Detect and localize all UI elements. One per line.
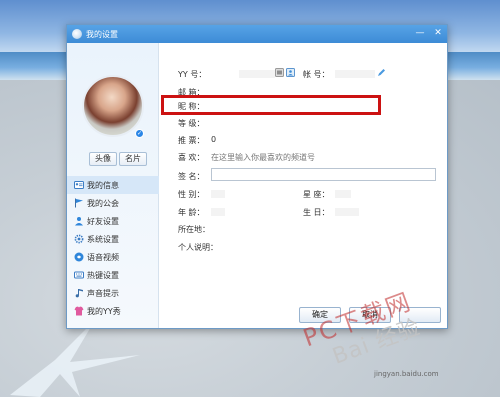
recommend-label: 推 票： <box>178 136 205 145</box>
profile-card-icon <box>74 181 84 189</box>
zodiac-label: 星 座： <box>303 190 330 199</box>
music-note-icon <box>75 289 83 298</box>
close-button[interactable]: ✕ <box>433 28 443 38</box>
birthday-label: 生 日： <box>303 208 330 217</box>
sidebar-item-my-yy-show[interactable]: 我的YY秀 <box>67 302 159 320</box>
age-value <box>211 208 225 216</box>
sidebar-item-sound-alerts[interactable]: 声音提示 <box>67 284 159 302</box>
like-input[interactable]: 在这里输入你最喜欢的频道号 <box>211 152 315 163</box>
watermark-url: jingyan.baidu.com <box>374 370 439 378</box>
level-label: 等 级： <box>178 119 205 128</box>
bio-label: 个人说明： <box>178 243 218 252</box>
sidebar-item-friend-settings[interactable]: 好友设置 <box>67 212 159 230</box>
window-title: 我的设置 <box>86 29 118 39</box>
sidebar-item-hotkey-settings[interactable]: 热键设置 <box>67 266 159 284</box>
sidebar-item-label: 语音视频 <box>87 252 119 262</box>
sidebar-item-my-guild[interactable]: 我的公会 <box>67 194 159 212</box>
account-label: 帐 号： <box>303 70 330 79</box>
avatar-button[interactable]: 头像 <box>89 152 117 166</box>
sidebar-item-voice-video[interactable]: 语音视频 <box>67 248 159 266</box>
friend-icon <box>75 217 83 226</box>
flag-icon <box>75 198 83 208</box>
sidebar-item-my-info[interactable]: 我的信息 <box>67 176 159 194</box>
signature-label: 签 名： <box>178 172 205 181</box>
age-label: 年 龄： <box>178 208 205 217</box>
keyboard-icon <box>74 271 84 279</box>
nickname-label: 昵 称： <box>178 102 205 111</box>
card-button[interactable]: 名片 <box>119 152 147 166</box>
user-badge-icon <box>286 68 295 77</box>
clothing-icon <box>74 306 84 316</box>
sidebar-item-label: 热键设置 <box>87 270 119 280</box>
location-label: 所在地： <box>178 225 210 234</box>
yy-number-label: YY 号： <box>178 70 207 79</box>
gender-value <box>211 190 225 198</box>
settings-nav: 我的信息 我的公会 好友设置 系统设置 语音视频 热键设置 声音提示 我的YY秀 <box>67 176 159 320</box>
sidebar-item-label: 声音提示 <box>87 288 119 298</box>
settings-window: 我的设置 — ✕ ✓ 头像 名片 我的信息 我的公会 好友设置 系统设置 语音视… <box>66 24 448 329</box>
sidebar-item-label: 系统设置 <box>87 234 119 244</box>
sidebar: ✓ 头像 名片 我的信息 我的公会 好友设置 系统设置 语音视频 热键设置 声音… <box>67 43 159 328</box>
edit-pencil-icon[interactable] <box>377 68 386 77</box>
verified-badge-icon: ✓ <box>135 129 144 138</box>
recommend-value: 0 <box>211 135 217 144</box>
signature-input[interactable] <box>211 168 436 181</box>
minimize-button[interactable]: — <box>415 28 425 38</box>
birthday-value <box>335 208 359 216</box>
gender-label: 性 别： <box>178 190 205 199</box>
gear-icon <box>74 234 84 244</box>
sidebar-item-system-settings[interactable]: 系统设置 <box>67 230 159 248</box>
sidebar-item-label: 我的YY秀 <box>87 306 121 316</box>
sidebar-item-label: 我的信息 <box>87 180 119 190</box>
vip-badge-icon <box>275 68 284 77</box>
zodiac-value <box>335 190 351 198</box>
title-bar[interactable]: 我的设置 — ✕ <box>67 25 447 43</box>
sidebar-item-label: 好友设置 <box>87 216 119 226</box>
account-value <box>335 70 375 78</box>
sidebar-item-label: 我的公会 <box>87 198 119 208</box>
voice-video-icon <box>74 252 84 262</box>
yy-number-value <box>239 70 275 78</box>
like-label: 喜 欢： <box>178 153 205 162</box>
app-icon <box>72 29 82 39</box>
avatar[interactable] <box>82 75 144 137</box>
